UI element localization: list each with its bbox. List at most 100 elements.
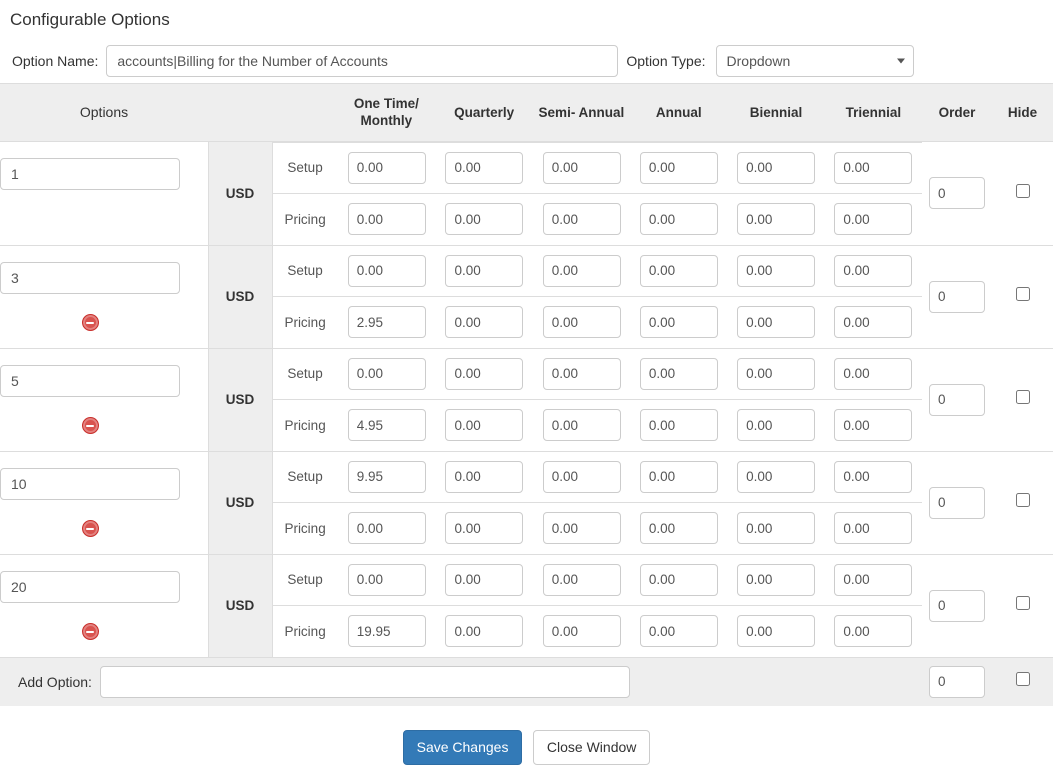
pricing-price-input[interactable]	[347, 615, 426, 648]
setup-price-input[interactable]	[445, 357, 524, 390]
column-header-options: Options	[0, 83, 208, 142]
setup-price-input[interactable]	[347, 563, 426, 596]
pricing-price-input[interactable]	[445, 615, 524, 648]
setup-price-input[interactable]	[639, 460, 718, 493]
order-input[interactable]	[929, 486, 985, 519]
order-input[interactable]	[929, 177, 985, 210]
pricing-price-input[interactable]	[737, 512, 816, 545]
pricing-price-input[interactable]	[542, 203, 621, 236]
pricing-price-input[interactable]	[737, 203, 816, 236]
hide-cell	[992, 244, 1053, 348]
order-input[interactable]	[929, 280, 985, 313]
pricing-price-input[interactable]	[834, 615, 913, 648]
order-input[interactable]	[929, 589, 985, 622]
order-cell	[922, 244, 992, 348]
save-changes-button[interactable]: Save Changes	[402, 729, 523, 766]
option-name-input[interactable]	[106, 44, 619, 77]
setup-price-input[interactable]	[834, 460, 913, 493]
setup-price-input[interactable]	[639, 254, 718, 287]
hide-checkbox[interactable]	[1015, 596, 1030, 610]
pricing-price-input[interactable]	[737, 306, 816, 339]
pricing-price-input[interactable]	[737, 409, 816, 442]
pricing-price-input[interactable]	[639, 409, 718, 442]
setup-price-input[interactable]	[834, 151, 913, 184]
setup-price-input[interactable]	[639, 563, 718, 596]
setup-price-input[interactable]	[542, 563, 621, 596]
price-cell	[533, 606, 630, 657]
pricing-price-input[interactable]	[347, 512, 426, 545]
pricing-price-input[interactable]	[737, 615, 816, 648]
delete-option-wrap	[0, 416, 180, 435]
pricing-price-input[interactable]	[834, 203, 913, 236]
hide-checkbox[interactable]	[1015, 390, 1030, 404]
pricing-price-input[interactable]	[445, 203, 524, 236]
pricing-price-input[interactable]	[834, 409, 913, 442]
column-header-currency	[208, 83, 272, 142]
setup-price-input[interactable]	[737, 254, 816, 287]
pricing-price-input[interactable]	[347, 409, 426, 442]
pricing-price-input[interactable]	[542, 512, 621, 545]
pricing-price-input[interactable]	[834, 306, 913, 339]
setup-price-input[interactable]	[445, 460, 524, 493]
pricing-price-input[interactable]	[542, 409, 621, 442]
setup-price-input[interactable]	[737, 151, 816, 184]
table-header: Options One Time/ Monthly Quarterly Semi…	[0, 83, 1053, 143]
pricing-price-input[interactable]	[347, 203, 426, 236]
setup-price-input[interactable]	[639, 357, 718, 390]
option-value-input[interactable]	[0, 364, 180, 397]
add-option-input[interactable]	[99, 665, 630, 698]
option-value-input[interactable]	[0, 261, 180, 294]
hide-checkbox[interactable]	[1015, 493, 1030, 507]
setup-price-input[interactable]	[639, 151, 718, 184]
remove-circle-icon[interactable]	[81, 416, 99, 434]
pricing-price-input[interactable]	[542, 615, 621, 648]
setup-price-input[interactable]	[834, 254, 913, 287]
pricing-price-input[interactable]	[347, 306, 426, 339]
setup-row: Setup	[272, 142, 922, 194]
option-value-input[interactable]	[0, 467, 180, 500]
setup-price-input[interactable]	[542, 254, 621, 287]
remove-circle-icon[interactable]	[81, 519, 99, 537]
setup-price-input[interactable]	[445, 563, 524, 596]
setup-price-input[interactable]	[737, 460, 816, 493]
currency-label: USD	[207, 450, 273, 554]
pricing-row: Pricing	[273, 194, 923, 245]
setup-price-input[interactable]	[347, 151, 426, 184]
setup-price-input[interactable]	[445, 151, 524, 184]
pricing-price-input[interactable]	[445, 409, 524, 442]
setup-price-input[interactable]	[834, 357, 913, 390]
setup-price-input[interactable]	[737, 357, 816, 390]
option-type-select[interactable]: Dropdown	[715, 44, 914, 77]
pricing-price-input[interactable]	[445, 512, 524, 545]
price-cell	[824, 142, 922, 194]
setup-price-input[interactable]	[347, 357, 426, 390]
setup-price-input[interactable]	[347, 460, 426, 493]
pricing-price-input[interactable]	[834, 512, 913, 545]
pricing-price-input[interactable]	[639, 203, 718, 236]
setup-price-input[interactable]	[347, 254, 426, 287]
pricing-price-input[interactable]	[542, 306, 621, 339]
price-cell	[630, 245, 728, 297]
pricing-price-input[interactable]	[639, 615, 718, 648]
setup-price-input[interactable]	[445, 254, 524, 287]
pricing-price-input[interactable]	[639, 306, 718, 339]
remove-circle-icon[interactable]	[81, 622, 99, 640]
setup-price-input[interactable]	[834, 563, 913, 596]
order-cell	[922, 141, 992, 245]
order-input[interactable]	[929, 383, 985, 416]
add-option-hide-checkbox[interactable]	[1015, 672, 1030, 686]
setup-price-input[interactable]	[542, 357, 621, 390]
option-value-input[interactable]	[0, 158, 180, 191]
setup-price-input[interactable]	[542, 151, 621, 184]
close-window-button[interactable]: Close Window	[532, 729, 651, 766]
hide-checkbox[interactable]	[1015, 287, 1030, 301]
hide-checkbox[interactable]	[1015, 183, 1030, 198]
remove-circle-icon[interactable]	[81, 313, 99, 331]
price-cell	[630, 606, 727, 657]
pricing-price-input[interactable]	[445, 306, 524, 339]
add-option-order-input[interactable]	[929, 665, 985, 698]
setup-price-input[interactable]	[542, 460, 621, 493]
pricing-price-input[interactable]	[639, 512, 718, 545]
option-value-input[interactable]	[0, 570, 180, 603]
setup-price-input[interactable]	[737, 563, 816, 596]
